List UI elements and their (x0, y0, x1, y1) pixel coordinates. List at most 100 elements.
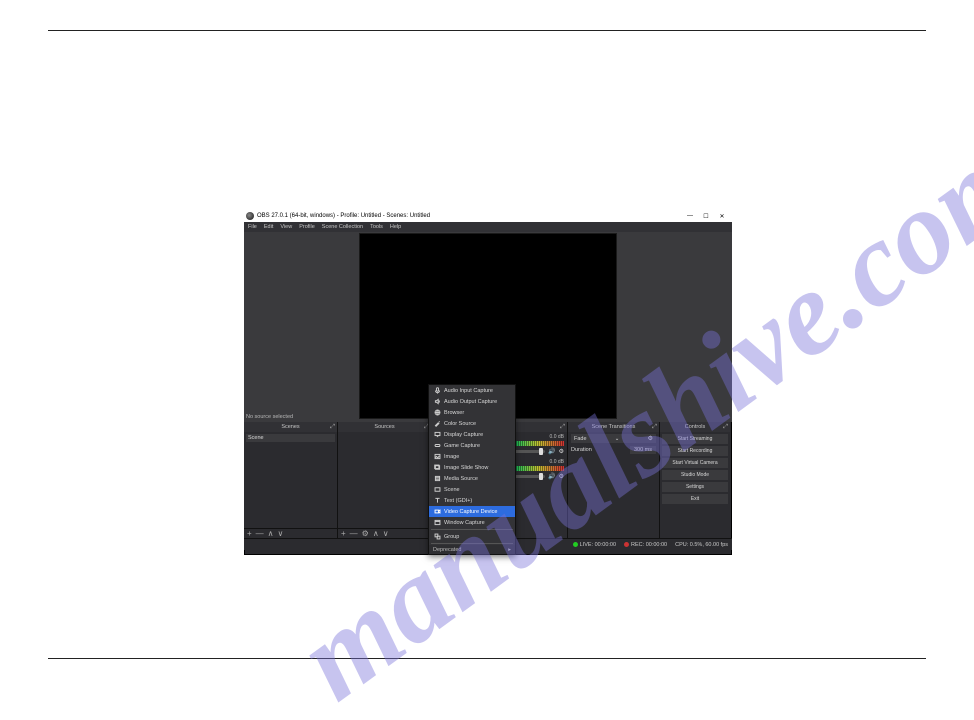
controls-panel: Controls ⤢ Start Streaming Start Recordi… (660, 422, 730, 538)
scenes-list[interactable]: Scene (244, 432, 337, 528)
source-settings-button[interactable]: ⚙ (362, 530, 369, 538)
settings-button[interactable]: Settings (662, 482, 728, 492)
chevron-right-icon: ▸ (508, 547, 511, 553)
menu-edit[interactable]: Edit (264, 224, 273, 230)
start-streaming-button[interactable]: Start Streaming (662, 434, 728, 444)
ctx-image[interactable]: Image (429, 451, 515, 462)
film-icon (433, 475, 441, 483)
ctx-audio-output-capture[interactable]: Audio Output Capture (429, 396, 515, 407)
volume-icon[interactable]: 🔊 (548, 473, 555, 480)
menu-file[interactable]: File (248, 224, 257, 230)
menu-help[interactable]: Help (390, 224, 401, 230)
controls-body: Start Streaming Start Recording Start Vi… (660, 432, 730, 538)
gear-icon[interactable]: ⚙ (559, 473, 564, 480)
menu-tools[interactable]: Tools (370, 224, 383, 230)
sources-footer: + — ⚙ ∧ ∨ (338, 528, 431, 538)
slides-icon (433, 464, 441, 472)
ctx-group[interactable]: Group (429, 531, 515, 542)
studio-mode-button[interactable]: Studio Mode (662, 470, 728, 480)
menu-profile[interactable]: Profile (299, 224, 315, 230)
track-level: 0.0 dB (550, 434, 564, 440)
globe-icon (433, 409, 441, 417)
start-recording-button[interactable]: Start Recording (662, 446, 728, 456)
status-rec: REC: 00:00:00 (624, 542, 667, 548)
chevron-down-icon: ⌄ (615, 436, 620, 442)
camera-icon (433, 508, 441, 516)
source-down-button[interactable]: ∨ (383, 530, 389, 538)
transition-select[interactable]: Fade ⌄ ⚙ (571, 434, 656, 443)
ctx-scene[interactable]: Scene (429, 484, 515, 495)
source-remove-button[interactable]: — (350, 530, 358, 538)
transition-duration-input[interactable]: 300 ms (630, 446, 656, 454)
minimize-button[interactable]: — (682, 213, 698, 219)
ctx-media-source[interactable]: Media Source (429, 473, 515, 484)
ctx-game-capture[interactable]: Game Capture (429, 440, 515, 451)
track-level: 0.0 dB (550, 459, 564, 465)
scene-item[interactable]: Scene (246, 434, 335, 442)
ctx-text-gdi[interactable]: Text (GDI+) (429, 495, 515, 506)
group-icon (433, 533, 441, 541)
mixer-popout-icon[interactable]: ⤢ (560, 424, 565, 431)
ctx-color-source[interactable]: Color Source (429, 418, 515, 429)
ctx-deprecated[interactable]: Deprecated ▸ (429, 545, 515, 554)
no-source-label: No source selected (246, 414, 293, 420)
transitions-title: Scene Transitions (592, 424, 636, 430)
scenes-popout-icon[interactable]: ⤢ (330, 424, 335, 431)
ctx-display-capture[interactable]: Display Capture (429, 429, 515, 440)
obs-app-icon (246, 212, 254, 220)
window-icon (433, 519, 441, 527)
dock-panels: Scenes ⤢ Scene + — ∧ ∨ Sources ⤢ + — (244, 422, 732, 538)
gear-icon[interactable]: ⚙ (559, 448, 564, 455)
volume-icon[interactable]: 🔊 (548, 448, 555, 455)
ctx-audio-input-capture[interactable]: Audio Input Capture (429, 385, 515, 396)
window-title: OBS 27.0.1 (64-bit, windows) - Profile: … (257, 213, 430, 219)
image-icon (433, 453, 441, 461)
controls-title: Controls (685, 424, 705, 430)
status-cpu: CPU: 0.5%, 60.00 fps (675, 542, 728, 548)
ctx-separator (431, 529, 513, 530)
menubar: File Edit View Profile Scene Collection … (244, 222, 732, 232)
brush-icon (433, 420, 441, 428)
scene-add-button[interactable]: + (247, 530, 252, 538)
ctx-image-slide-show[interactable]: Image Slide Show (429, 462, 515, 473)
scenes-footer: + — ∧ ∨ (244, 528, 337, 538)
ctx-window-capture[interactable]: Window Capture (429, 517, 515, 528)
scene-up-button[interactable]: ∧ (268, 530, 274, 538)
rec-indicator-icon (624, 542, 629, 547)
scenes-panel: Scenes ⤢ Scene + — ∧ ∨ (244, 422, 338, 538)
menu-view[interactable]: View (280, 224, 292, 230)
status-live: LIVE: 00:00:00 (573, 542, 616, 548)
sources-title: Sources (374, 424, 394, 430)
obs-window: OBS 27.0.1 (64-bit, windows) - Profile: … (244, 210, 732, 555)
ctx-video-capture-device[interactable]: Video Capture Device (429, 506, 515, 517)
close-button[interactable]: ✕ (714, 213, 730, 220)
sources-panel: Sources ⤢ + — ⚙ ∧ ∨ Audio Input Capture (338, 422, 432, 538)
scenes-title: Scenes (281, 424, 299, 430)
transition-duration-row: Duration 300 ms (571, 445, 656, 455)
scene-down-button[interactable]: ∨ (278, 530, 284, 538)
add-source-context-menu: Audio Input Capture Audio Output Capture… (428, 384, 516, 555)
source-add-button[interactable]: + (341, 530, 346, 538)
scene-icon (433, 486, 441, 494)
exit-button[interactable]: Exit (662, 494, 728, 504)
ctx-browser[interactable]: Browser (429, 407, 515, 418)
live-indicator-icon (573, 542, 578, 547)
sources-list[interactable] (338, 432, 431, 528)
controls-popout-icon[interactable]: ⤢ (723, 424, 728, 431)
menu-scene-collection[interactable]: Scene Collection (322, 224, 363, 230)
maximize-button[interactable]: ☐ (698, 213, 714, 220)
gamepad-icon (433, 442, 441, 450)
source-up-button[interactable]: ∧ (373, 530, 379, 538)
scene-remove-button[interactable]: — (256, 530, 264, 538)
page-rule-top (48, 30, 926, 31)
transitions-body: Fade ⌄ ⚙ Duration 300 ms (568, 432, 659, 538)
start-virtual-camera-button[interactable]: Start Virtual Camera (662, 458, 728, 468)
gear-icon[interactable]: ⚙ (648, 435, 653, 442)
ctx-separator-2 (431, 543, 513, 544)
page-rule-bottom (48, 658, 926, 659)
text-icon (433, 497, 441, 505)
titlebar[interactable]: OBS 27.0.1 (64-bit, windows) - Profile: … (244, 210, 732, 222)
transitions-panel: Scene Transitions ⤢ Fade ⌄ ⚙ Duration 30… (568, 422, 660, 538)
transitions-popout-icon[interactable]: ⤢ (652, 424, 657, 431)
speaker-icon (433, 398, 441, 406)
